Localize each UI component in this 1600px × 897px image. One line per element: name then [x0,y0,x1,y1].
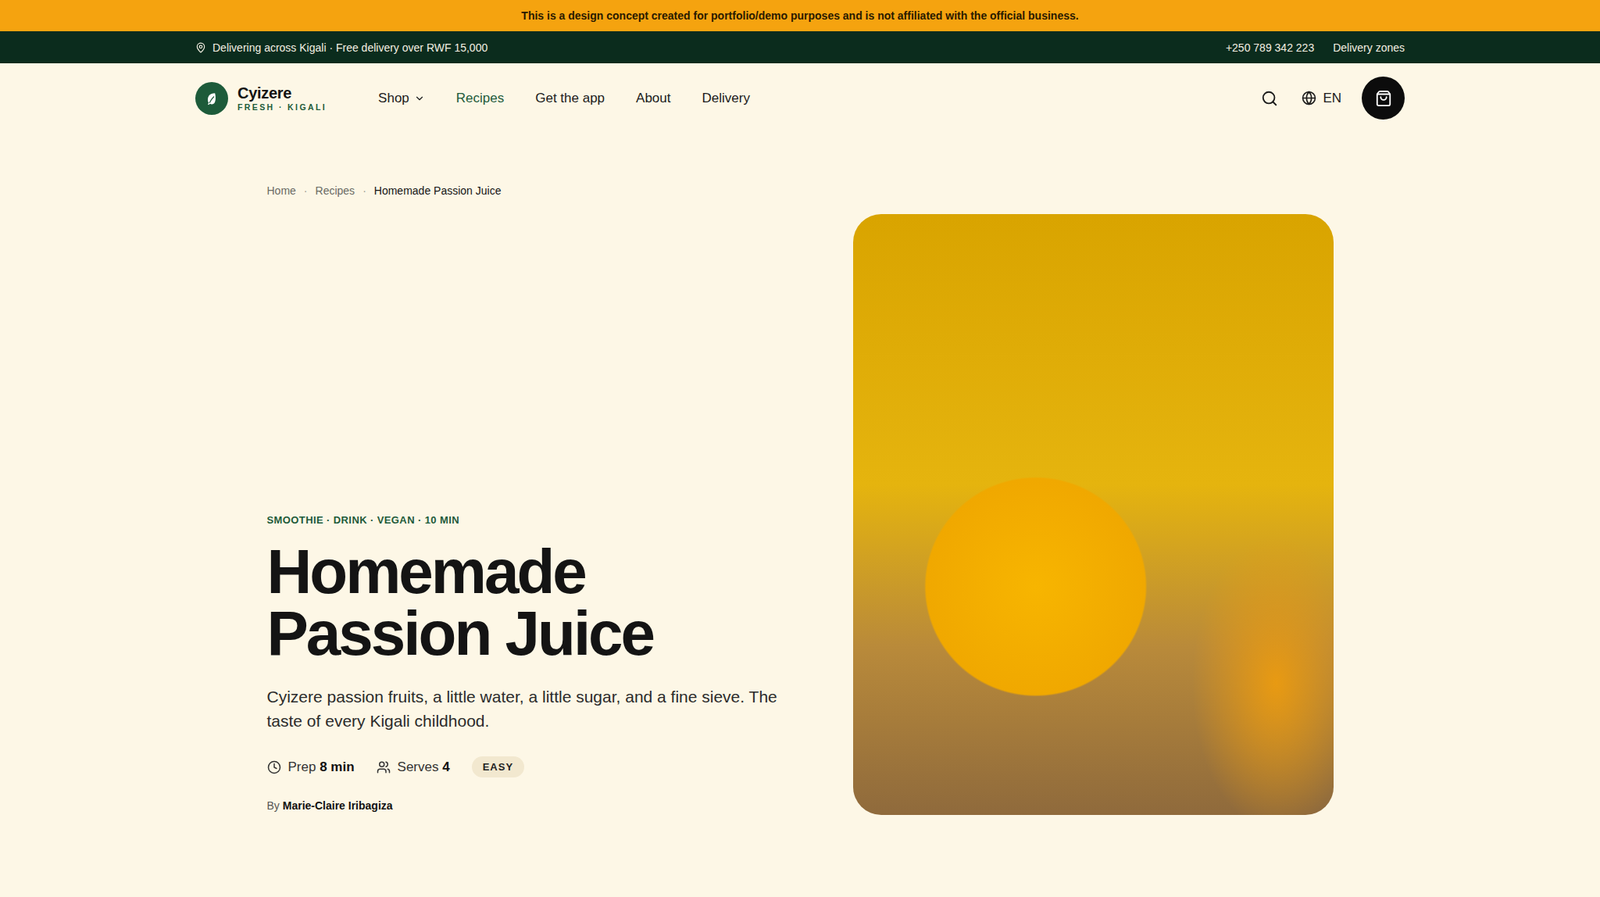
difficulty-badge: EASY [471,756,525,778]
nav-link[interactable]: Get the app [535,90,605,107]
nav-link[interactable]: About [635,90,671,107]
delivery-note: Delivering across Kigali · Free delivery… [195,41,488,54]
users-icon [376,760,391,775]
phone-link[interactable]: +250 789 342 223 [1225,41,1315,54]
breadcrumb-item[interactable]: Home [267,184,297,197]
recipe-tags: SMOOTHIE · DRINK · VEGAN · 10 MIN [267,514,783,526]
delivery-zones-link[interactable]: Delivery zones [1332,41,1405,54]
nav-link[interactable]: Recipes [456,90,504,107]
demo-banner: This is a design concept created for por… [0,0,1600,32]
clock-icon [267,760,282,775]
logo[interactable]: CyizereFRESH · KIGALI [195,82,327,115]
search-button[interactable] [1257,86,1282,111]
hero-photo [853,214,1334,815]
pin-icon [195,42,207,54]
breadcrumb-item[interactable]: Recipes [315,184,356,197]
recipe-section: Home·Recipes·Homemade Passion Juice SMOOT… [267,132,1334,815]
servings: Serves 4 [376,759,450,775]
bag-icon [1375,89,1393,108]
nav-link[interactable]: Shop [378,90,425,107]
globe-icon [1301,90,1317,106]
chevron-down-icon [414,92,425,104]
main-nav: CyizereFRESH · KIGALI Shop Recipes Get the … [195,63,1405,133]
recipe-description: Cyizere passion fruits, a little water, … [267,684,783,733]
recipe-meta: Prep 8 min Serves 4 EASY [267,756,783,778]
top-bar: Delivering across Kigali · Free delivery… [0,31,1600,64]
recipe-title: Homemade Passion Juice [267,541,705,665]
search-icon [1260,89,1279,108]
nav-link[interactable]: Delivery [702,90,750,107]
breadcrumb: Home·Recipes·Homemade Passion Juice [267,184,1334,197]
page: This is a design concept created for por… [0,0,1600,897]
language-button[interactable]: EN [1298,87,1345,110]
leaf-icon [195,82,229,115]
author: By Marie-Claire Iribagiza [267,799,783,812]
breadcrumb-item[interactable]: Homemade Passion Juice [374,184,502,197]
prep-time: Prep 8 min [267,759,355,775]
cart-button[interactable] [1361,76,1405,120]
